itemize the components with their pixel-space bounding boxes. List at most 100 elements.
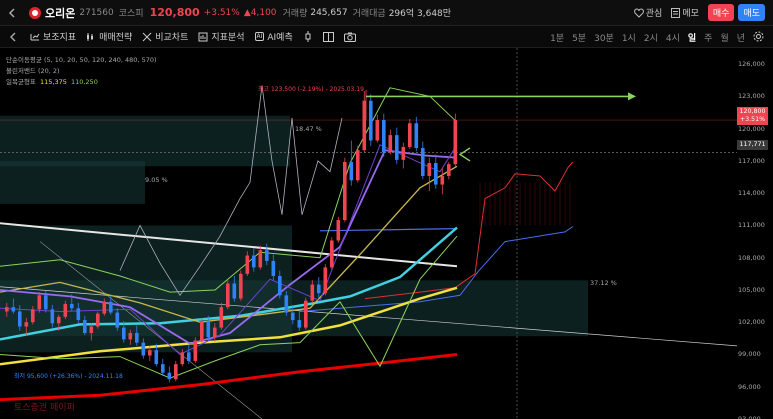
pct-label-1: 18.47 % [295,125,322,133]
period-3[interactable]: 1시 [622,31,636,44]
candle-body-41 [271,260,276,276]
candle-body-48 [317,284,321,294]
watch-button[interactable]: 관심 [646,6,663,19]
period-selector: 1분 5분 30분 1시 2시 4시 일 주 월 년 [542,26,745,48]
buy-button[interactable]: 매수 [707,4,735,21]
memo-button[interactable]: 메모 [682,6,699,19]
chart-toolbar: 보조지표 매매전략 비교차트 지표분석 AI AI예측 1분 5분 30분 1시 2시 4… [0,26,773,48]
candle-body-38 [252,255,256,268]
stock-logo-icon [29,6,41,19]
candle-body-56 [369,100,373,141]
candle-body-32 [213,327,217,338]
stock-code: 271560 [79,7,114,18]
period-7[interactable]: 주 [704,31,712,44]
candle-body-11 [76,308,81,321]
candle-body-18 [122,327,126,340]
stock-change-abs: ▲4,100 [243,7,277,18]
candle-body-54 [356,150,360,181]
candle-body-46 [304,300,308,328]
analysis-icon [198,32,208,41]
ai-icon: AI [254,32,265,41]
compare-icon [142,32,152,41]
ai-predict-button[interactable]: AI AI예측 [254,30,293,43]
candle-body-8 [57,316,61,324]
aux-indicator-label: 보조지표 [43,33,77,43]
candle-body-3 [24,322,29,327]
trendline-blue [319,228,457,232]
period-5[interactable]: 4시 [666,31,680,44]
ichimoku-legend: 일목균형표 115,375 110,250 [6,76,98,86]
candle-body-7 [50,309,55,324]
range-zone-1 [0,160,145,204]
high-annotation: 최고 123,500 (-2.19%) - 2025.03.19 [258,86,364,93]
candle-body-27 [180,352,185,365]
candle-body-40 [265,250,269,261]
trade-strategy-button[interactable]: 매매전략 [86,30,132,43]
candle-body-1 [11,307,16,312]
period-1[interactable]: 5분 [572,31,586,44]
candle-body-44 [291,312,295,321]
period-0[interactable]: 1분 [550,31,564,44]
pct-label-2: 9.05 % [145,176,168,184]
range-zone-0 [0,115,290,167]
candle-body-6 [44,295,48,310]
candle-type-icon[interactable] [303,31,313,42]
stock-market: 코스피 [118,9,144,19]
candle-body-52 [343,161,347,221]
ichimoku-legend-label: 일목균형표 [6,78,36,86]
period-8[interactable]: 월 [720,31,728,44]
candle-body-59 [388,135,393,153]
period-4[interactable]: 2시 [644,31,658,44]
heart-icon[interactable] [633,7,644,18]
trade-value-label: 거래대금 [352,9,386,19]
stock-change-pct: +3.51% [203,7,240,18]
candle-body-43 [284,295,289,313]
candle-body-10 [70,303,74,309]
period-6[interactable]: 일 [688,31,696,44]
current-price-tag: 120,800 +3.51% [737,107,768,125]
candle-body-14 [96,313,100,327]
memo-icon[interactable] [671,7,681,18]
y-tick-label: 105,000 [738,285,765,294]
candle-body-34 [226,283,230,308]
crosshair-price-tag: 117,771 [737,140,768,150]
strategy-icon [87,32,94,41]
gear-icon[interactable] [753,31,764,42]
period-2[interactable]: 30분 [594,31,614,44]
ichimoku-legend-value-2: 110,250 [70,78,98,86]
candle-body-62 [408,123,412,147]
ichimoku-legend-value-1: 115,375 [39,78,67,86]
candle-body-19 [128,332,133,340]
camera-icon[interactable] [343,32,356,42]
candle-body-33 [219,307,224,328]
y-tick-label: 93,000 [738,415,761,419]
volume-label: 거래량 [282,9,308,19]
candle-body-13 [89,326,94,333]
candle-body-50 [330,240,334,268]
layout-grid-icon[interactable] [322,31,334,42]
candle-body-66 [434,163,438,185]
period-9[interactable]: 년 [737,31,745,44]
range-zone-3 [0,280,588,337]
low-annotation: 최저 95,600 (+26.36%) - 2024.11.18 [14,373,123,380]
candle-body-68 [447,164,451,176]
stock-price: 120,800 [149,6,200,19]
indicator-icon [30,33,40,40]
trade-value: 296억 3,648만 [388,9,452,19]
compare-chart-button[interactable]: 비교차트 [142,30,188,43]
candle-body-23 [154,350,159,365]
current-price-pct: +3.51% [739,116,766,123]
back-chevron-icon[interactable] [8,32,18,42]
candle-body-9 [63,303,68,317]
green-arrow-head [628,92,636,101]
indicator-analysis-button[interactable]: 지표분석 [198,30,245,43]
aux-indicator-button[interactable]: 보조지표 [30,30,76,43]
price-chart[interactable] [0,48,773,419]
candle-body-25 [167,372,172,380]
candle-body-39 [258,250,263,268]
candle-body-20 [135,332,139,343]
candle-body-63 [414,123,419,149]
sell-button[interactable]: 매도 [738,4,765,21]
back-chevron-icon[interactable] [7,7,17,18]
y-tick-label: 99,000 [738,350,761,359]
